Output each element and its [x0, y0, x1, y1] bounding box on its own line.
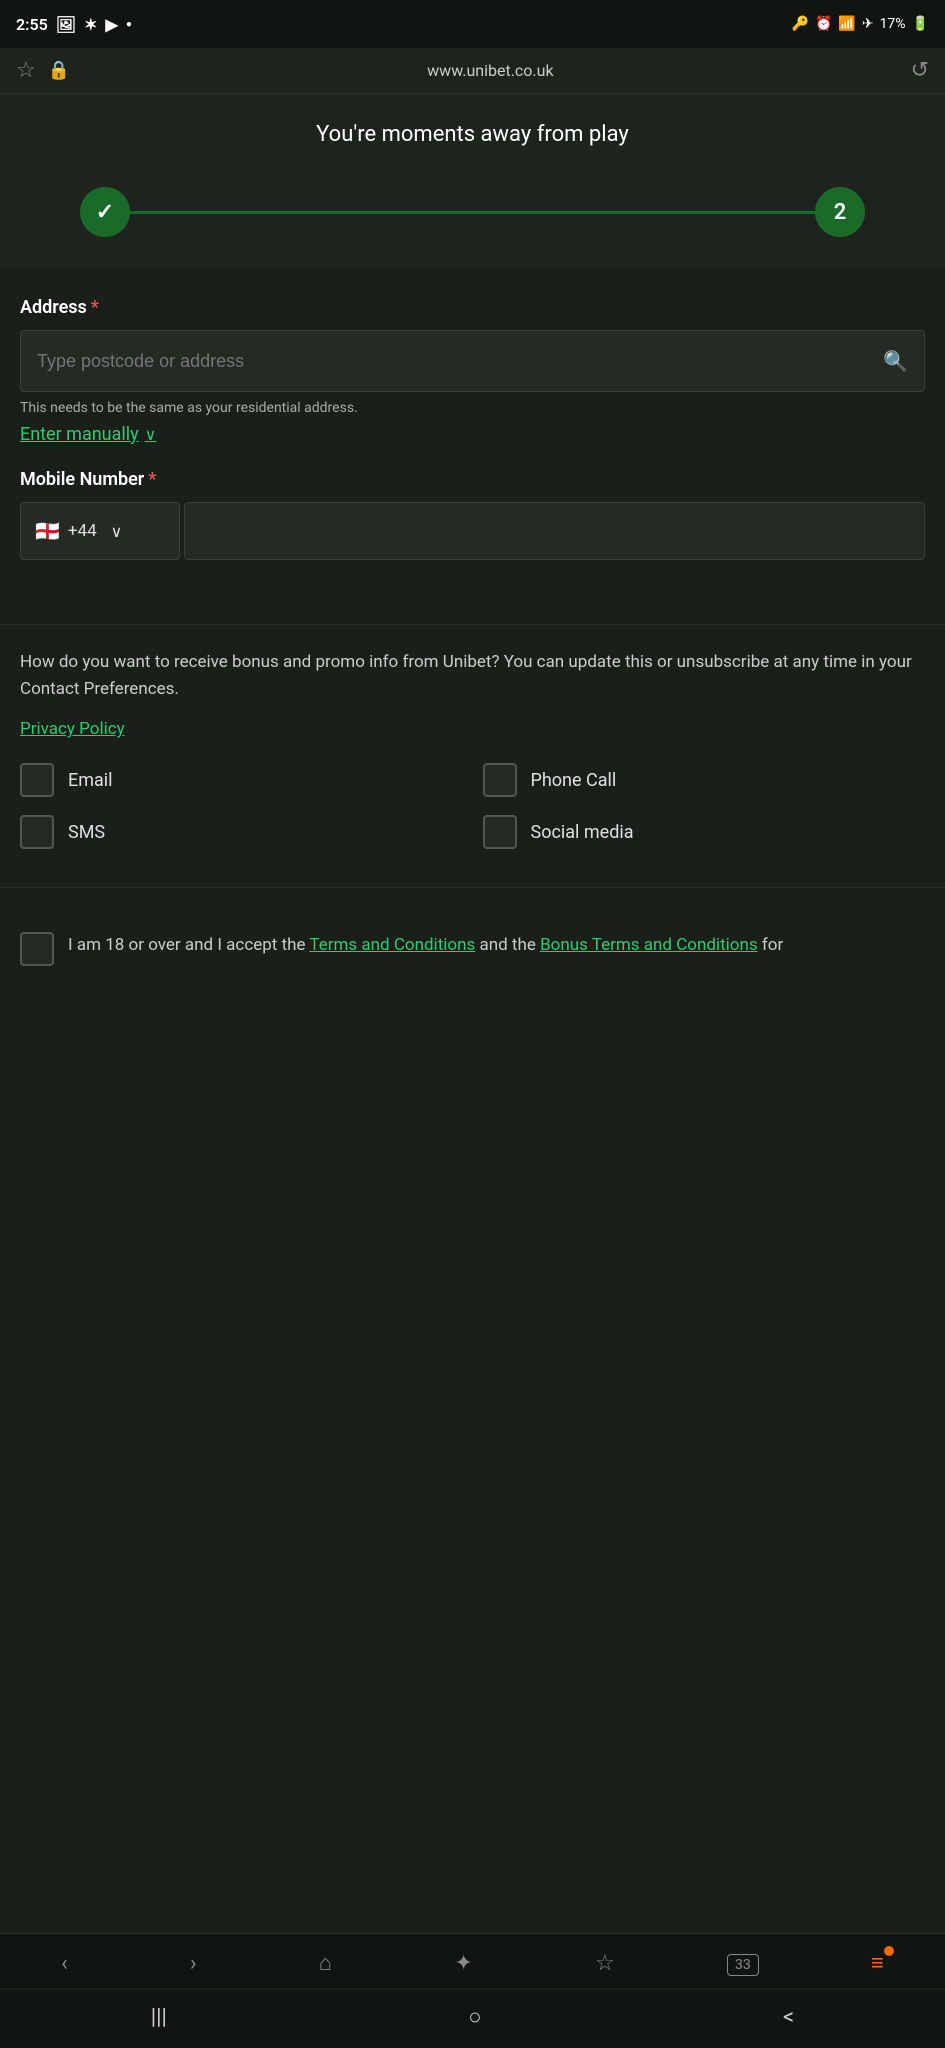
- checkboxes-grid: Email Phone Call SMS Social media: [20, 763, 925, 849]
- star-nav-button[interactable]: ☆: [585, 1947, 625, 1980]
- android-nav-bar: ||| ○ <: [0, 1990, 945, 2048]
- step-1-checkmark: ✓: [96, 200, 114, 225]
- country-code: +44: [68, 521, 97, 541]
- main-content: You're moments away from play ✓ 2 Addres…: [0, 94, 945, 2048]
- terms-checkbox[interactable]: [20, 932, 54, 966]
- mobile-label: Mobile Number *: [20, 469, 925, 490]
- bottom-nav: ‹ › ⌂ ✦ ☆ 33 ≡: [0, 1933, 945, 1988]
- email-checkbox-label: Email: [68, 770, 113, 791]
- step-1-circle: ✓: [80, 187, 130, 237]
- contact-prefs-section: How do you want to receive bonus and pro…: [0, 649, 945, 877]
- alarm-icon: ⏰: [815, 16, 832, 32]
- key-icon: 🔑: [792, 16, 809, 32]
- address-label: Address *: [20, 297, 925, 318]
- magic-nav-button[interactable]: ✦: [444, 1947, 482, 1980]
- lock-icon: 🔒: [48, 60, 70, 81]
- phone-number-input[interactable]: [184, 502, 925, 560]
- battery-percent: 17%: [880, 16, 906, 32]
- phone-call-checkbox-label: Phone Call: [531, 770, 617, 791]
- terms-link-1[interactable]: Terms and Conditions: [309, 935, 475, 955]
- page-header: You're moments away from play: [0, 94, 945, 167]
- mobile-row: 🏴󠁧󠁢󠁥󠁮󠁧󠁿 +44 ∨: [20, 502, 925, 560]
- checkbox-item-email: Email: [20, 763, 463, 797]
- youtube-icon: ▶: [106, 15, 118, 34]
- terms-row: I am 18 or over and I accept the Terms a…: [20, 932, 925, 966]
- progress-container: ✓ 2: [0, 167, 945, 267]
- address-hint: This needs to be the same as your reside…: [20, 400, 925, 416]
- browser-bar: ☆ 🔒 www.unibet.co.uk ↺: [0, 48, 945, 94]
- tabs-nav-button[interactable]: 33: [727, 1954, 759, 1976]
- phone-call-checkbox[interactable]: [483, 763, 517, 797]
- terms-text-middle: and the: [475, 935, 540, 955]
- step-2-label: 2: [834, 200, 847, 225]
- home-nav-button[interactable]: ⌂: [309, 1946, 342, 1980]
- step-2-circle: 2: [815, 187, 865, 237]
- divider-1: [0, 624, 945, 625]
- privacy-policy-link[interactable]: Privacy Policy: [20, 719, 125, 739]
- checkbox-item-social-media: Social media: [483, 815, 926, 849]
- battery-icon: 🔋: [912, 16, 929, 32]
- progress-line: [128, 211, 817, 214]
- sms-checkbox[interactable]: [20, 815, 54, 849]
- terms-section: I am 18 or over and I accept the Terms a…: [0, 912, 945, 966]
- social-media-checkbox[interactable]: [483, 815, 517, 849]
- airplane-icon: ✈: [862, 16, 874, 32]
- checkbox-item-phone-call: Phone Call: [483, 763, 926, 797]
- android-home-button[interactable]: ○: [468, 2004, 481, 2030]
- divider-2: [0, 887, 945, 888]
- gallery-icon: 🖼: [56, 15, 76, 34]
- mobile-required-star: *: [148, 469, 156, 490]
- status-right: 🔑 ⏰ 📶 ✈ 17% 🔋: [792, 16, 929, 32]
- address-input-wrapper[interactable]: 🔍: [20, 330, 925, 392]
- page-title: You're moments away from play: [20, 122, 925, 147]
- terms-text: I am 18 or over and I accept the Terms a…: [68, 932, 783, 959]
- mobile-field-group: Mobile Number * 🏴󠁧󠁢󠁥󠁮󠁧󠁿 +44 ∨: [20, 469, 925, 560]
- back-nav-button[interactable]: ‹: [51, 1947, 78, 1980]
- email-checkbox[interactable]: [20, 763, 54, 797]
- social-media-checkbox-label: Social media: [531, 822, 634, 843]
- status-bar: 2:55 🖼 ✶ ▶ ● 🔑 ⏰ 📶 ✈ 17% 🔋: [0, 0, 945, 48]
- forward-nav-button[interactable]: ›: [180, 1947, 207, 1980]
- address-required-star: *: [91, 297, 99, 318]
- country-chevron-icon: ∨: [111, 522, 123, 541]
- terms-link-2[interactable]: Bonus Terms and Conditions: [540, 935, 758, 955]
- wifi-icon: 📶: [838, 16, 855, 32]
- menu-nav-button[interactable]: ≡: [861, 1946, 894, 1980]
- notification-dot: ●: [126, 19, 132, 30]
- bluetooth-icon: ✶: [84, 15, 97, 34]
- address-field-group: Address * 🔍 This needs to be the same as…: [20, 297, 925, 445]
- menu-badge-dot: [884, 1946, 894, 1956]
- tabs-nav-wrapper: 33: [727, 1954, 759, 1973]
- address-input[interactable]: [37, 351, 883, 372]
- form-section: Address * 🔍 This needs to be the same as…: [0, 267, 945, 614]
- android-back-button[interactable]: <: [783, 2005, 794, 2030]
- terms-text-before: I am 18 or over and I accept the: [68, 935, 309, 955]
- contact-prefs-text: How do you want to receive bonus and pro…: [20, 649, 925, 703]
- terms-text-after: for: [758, 935, 784, 955]
- browser-url[interactable]: www.unibet.co.uk: [82, 61, 898, 80]
- country-select[interactable]: 🏴󠁧󠁢󠁥󠁮󠁧󠁿 +44 ∨: [20, 502, 180, 560]
- status-time: 2:55: [16, 15, 48, 34]
- refresh-icon[interactable]: ↺: [911, 58, 929, 83]
- status-left: 2:55 🖼 ✶ ▶ ●: [16, 15, 132, 34]
- search-icon: 🔍: [883, 349, 908, 373]
- sms-checkbox-label: SMS: [68, 822, 105, 843]
- enter-manually-chevron: ∨: [145, 425, 157, 444]
- flag-icon: 🏴󠁧󠁢󠁥󠁮󠁧󠁿: [35, 519, 60, 543]
- checkbox-item-sms: SMS: [20, 815, 463, 849]
- android-recent-button[interactable]: |||: [151, 2005, 167, 2030]
- enter-manually-label: Enter manually: [20, 424, 139, 445]
- bookmark-icon[interactable]: ☆: [16, 58, 36, 83]
- enter-manually-link[interactable]: Enter manually ∨: [20, 424, 156, 445]
